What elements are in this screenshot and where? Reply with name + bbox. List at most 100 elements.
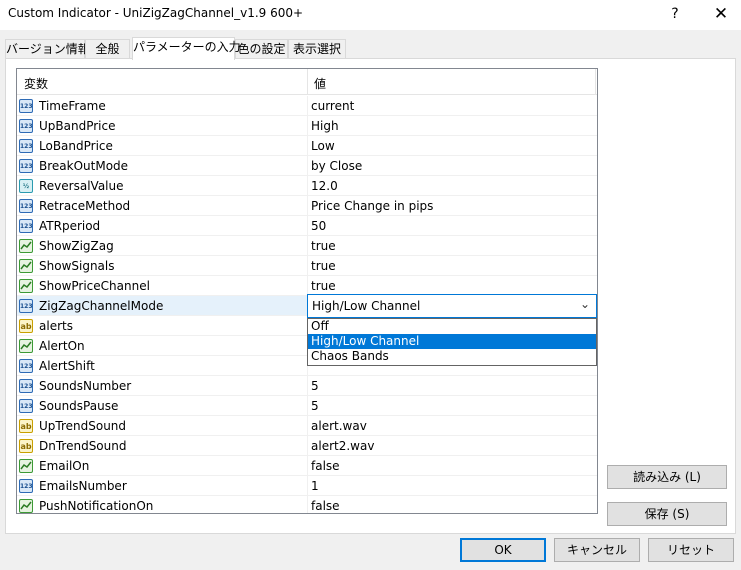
parameter-name: EmailOn [39,459,90,473]
parameter-value[interactable]: 50 [311,219,326,233]
cell-divider [307,276,308,296]
table-row[interactable]: 123 TimeFrame current [17,96,597,116]
parameter-value[interactable]: alert.wav [311,419,367,433]
parameter-value[interactable]: Low [311,139,335,153]
table-row[interactable]: ab UpTrendSound alert.wav [17,416,597,436]
save-button[interactable]: 保存 (S) [607,502,727,526]
close-button[interactable]: ✕ [706,2,736,26]
double-type-icon: ½ [19,179,33,193]
load-button[interactable]: 読み込み (L) [607,465,727,489]
cell-divider [307,376,308,396]
integer-type-icon: 123 [19,159,33,173]
parameter-value[interactable]: false [311,459,340,473]
boolean-type-icon [19,239,33,253]
parameters-grid: 変数 値 123 TimeFrame current 123 UpBandPrice Hi… [16,68,598,514]
zigzag-channel-mode-dropdown: Off High/Low Channel Chaos Bands [307,318,597,366]
parameter-value[interactable]: true [311,279,336,293]
parameter-name: AlertOn [39,339,85,353]
integer-type-icon: 123 [19,359,33,373]
tab-visualization[interactable]: 表示選択 [288,39,346,59]
parameter-name: UpBandPrice [39,119,116,133]
cancel-button[interactable]: キャンセル [554,538,640,562]
table-row[interactable]: ShowPriceChannel true [17,276,597,296]
cell-divider [307,216,308,236]
parameter-value[interactable]: Price Change in pips [311,199,433,213]
ok-button[interactable]: OK [460,538,546,562]
parameter-name: SoundsPause [39,399,119,413]
parameter-value[interactable]: 5 [311,399,319,413]
table-row[interactable]: 123 BreakOutMode by Close [17,156,597,176]
window-title: Custom Indicator - UniZigZagChannel_v1.9… [8,6,304,20]
string-type-icon: ab [19,439,33,453]
parameter-value[interactable]: 5 [311,379,319,393]
parameter-name: ZigZagChannelMode [39,299,164,313]
table-row[interactable]: ½ ReversalValue 12.0 [17,176,597,196]
parameter-value[interactable]: alert2.wav [311,439,374,453]
parameter-value[interactable]: by Close [311,159,362,173]
parameter-value[interactable]: false [311,499,340,513]
parameter-name: ShowPriceChannel [39,279,150,293]
integer-type-icon: 123 [19,99,33,113]
integer-type-icon: 123 [19,399,33,413]
integer-type-icon: 123 [19,379,33,393]
parameter-value[interactable]: current [311,99,354,113]
grid-header: 変数 値 [17,69,597,95]
cell-divider [307,156,308,176]
cell-divider [307,96,308,116]
column-divider-end [595,69,596,95]
integer-type-icon: 123 [19,199,33,213]
table-row[interactable]: 123 SoundsNumber 5 [17,376,597,396]
tab-version-info[interactable]: バージョン情報 [5,39,90,59]
dropdown-option-off[interactable]: Off [308,319,596,334]
string-type-icon: ab [19,319,33,333]
table-row[interactable]: 123 ATRperiod 50 [17,216,597,236]
boolean-type-icon [19,459,33,473]
table-row[interactable]: EmailOn false [17,456,597,476]
parameter-value[interactable]: true [311,259,336,273]
parameter-name: UpTrendSound [39,419,127,433]
tab-general[interactable]: 全般 [85,39,130,59]
parameter-name: SoundsNumber [39,379,132,393]
table-row[interactable]: 123 EmailsNumber 1 [17,476,597,496]
column-divider[interactable] [307,69,308,95]
cell-divider [307,496,308,513]
parameter-value[interactable]: High [311,119,339,133]
chevron-down-icon[interactable]: ⌄ [580,297,590,311]
parameter-name: RetraceMethod [39,199,131,213]
cell-divider [307,176,308,196]
reset-button[interactable]: リセット [648,538,734,562]
integer-type-icon: 123 [19,479,33,493]
parameter-name: ATRperiod [39,219,101,233]
table-row[interactable]: ab DnTrendSound alert2.wav [17,436,597,456]
parameter-name: LoBandPrice [39,139,113,153]
cell-divider [307,196,308,216]
parameter-name: ReversalValue [39,179,124,193]
table-row[interactable]: 123 RetraceMethod Price Change in pips [17,196,597,216]
boolean-type-icon [19,259,33,273]
table-row[interactable]: ShowZigZag true [17,236,597,256]
parameter-value[interactable]: true [311,239,336,253]
table-row[interactable]: 123 UpBandPrice High [17,116,597,136]
table-row[interactable]: PushNotificationOn false [17,496,597,513]
parameter-name: TimeFrame [39,99,106,113]
dropdown-option-chaos-bands[interactable]: Chaos Bands [308,349,596,364]
table-row[interactable]: ShowSignals true [17,256,597,276]
integer-type-icon: 123 [19,219,33,233]
cell-divider [307,136,308,156]
help-button[interactable]: ? [661,2,689,26]
cell-divider [307,236,308,256]
cell-divider [307,256,308,276]
table-row[interactable]: 123 LoBandPrice Low [17,136,597,156]
zigzag-channel-mode-select[interactable]: High/Low Channel ⌄ [307,294,597,318]
dropdown-option-high-low-channel[interactable]: High/Low Channel [308,334,596,349]
tab-colors[interactable]: 色の設定 [235,39,288,59]
parameter-name: ShowSignals [39,259,115,273]
boolean-type-icon [19,279,33,293]
tab-parameters[interactable]: パラメーターの入力 [132,37,241,60]
parameter-name: PushNotificationOn [39,499,154,513]
select-current-value: High/Low Channel [312,299,421,313]
parameter-value[interactable]: 1 [311,479,319,493]
table-row[interactable]: 123 SoundsPause 5 [17,396,597,416]
parameter-value[interactable]: 12.0 [311,179,338,193]
string-type-icon: ab [19,419,33,433]
